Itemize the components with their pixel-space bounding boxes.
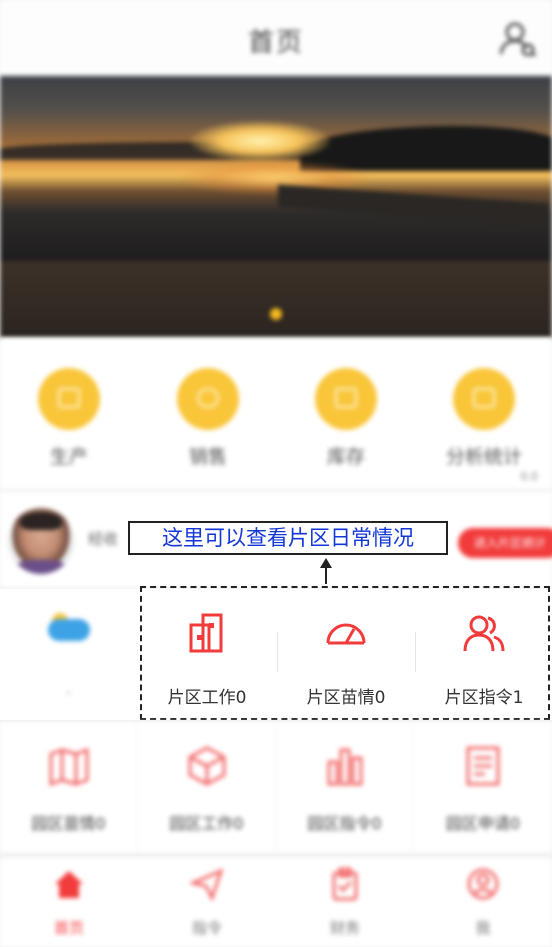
page-title: 首页 [247,28,304,58]
region-work-button[interactable]: 片区工作0 [138,597,276,715]
menu-item-label: 销售 [188,446,227,468]
clipboard-icon [332,867,358,901]
tab-command[interactable]: 指令 [138,867,276,938]
region-stats-button[interactable]: 进入片区统计 [458,528,552,558]
menu-tiny-text: 0.0 [520,470,539,483]
callout-arrow-icon [320,558,332,584]
menu-item-statistics[interactable]: 分析统计 [424,368,544,469]
gauge-icon [326,623,366,645]
document-icon [466,746,500,786]
banner-shore [0,261,552,338]
building-icon [189,613,223,653]
profile-name: 经收 [88,530,119,548]
chart-bars-icon [327,748,362,786]
map-icon [49,747,88,787]
avatar[interactable] [8,508,74,574]
banner-dock [278,184,548,226]
sales-icon [177,368,239,430]
weather-value: - [66,685,72,701]
tab-label: 我 [475,919,491,937]
park-seedling-button[interactable]: 园区苗情0 [0,722,138,854]
app-header: 首页 [0,0,552,76]
tab-label: 指令 [191,919,222,937]
cloud-icon [48,619,90,641]
menu-item-label: 库存 [326,446,365,468]
banner-carousel[interactable] [0,76,552,338]
carousel-dot[interactable] [270,308,282,320]
park-apply-label: 园区申请0 [445,814,521,833]
weather-widget[interactable]: - [0,589,138,721]
users-icon[interactable] [498,20,538,56]
park-work-label: 园区工作0 [169,814,244,833]
region-seedling-button[interactable]: 片区苗情0 [277,597,415,715]
inventory-icon [315,368,377,430]
tab-label: 首页 [53,919,84,937]
statistics-icon [453,368,515,430]
menu-item-inventory[interactable]: 库存 [286,368,406,469]
tutorial-callout: 这里可以查看片区日常情况 [128,521,448,555]
tab-finance[interactable]: 财务 [276,867,414,938]
region-seedling-label: 片区苗情0 [306,688,386,708]
menu-item-sales[interactable]: 销售 [148,368,268,469]
banner-sun [190,121,330,161]
home-icon [55,871,83,898]
park-command-button[interactable]: 园区指令0 [276,722,414,854]
person-icon [467,868,499,900]
send-icon [188,868,224,902]
menu-item-production[interactable]: 生产 [9,368,129,469]
bottom-tab-bar: 首页 指令 财务 我 [0,856,552,947]
menu-item-label: 生产 [49,446,88,468]
production-icon [38,368,100,430]
region-command-label: 片区指令1 [444,688,524,708]
tab-label: 财务 [329,919,360,937]
park-row: 园区苗情0 园区工作0 园区指令0 园区申请0 [0,722,552,854]
park-apply-button[interactable]: 园区申请0 [414,722,552,854]
box-icon [188,746,225,786]
tab-home[interactable]: 首页 [0,867,138,938]
tab-me[interactable]: 我 [414,867,552,938]
park-work-button[interactable]: 园区工作0 [138,722,276,854]
people-icon [463,615,505,652]
region-work-label: 片区工作0 [167,688,247,708]
main-menu: 生产 销售 库存 分析统计 0.0 [0,338,552,490]
region-command-button[interactable]: 片区指令1 [415,597,552,715]
park-command-label: 园区指令0 [307,814,382,833]
menu-item-label: 分析统计 [445,446,522,468]
park-seedling-label: 园区苗情0 [31,814,106,833]
